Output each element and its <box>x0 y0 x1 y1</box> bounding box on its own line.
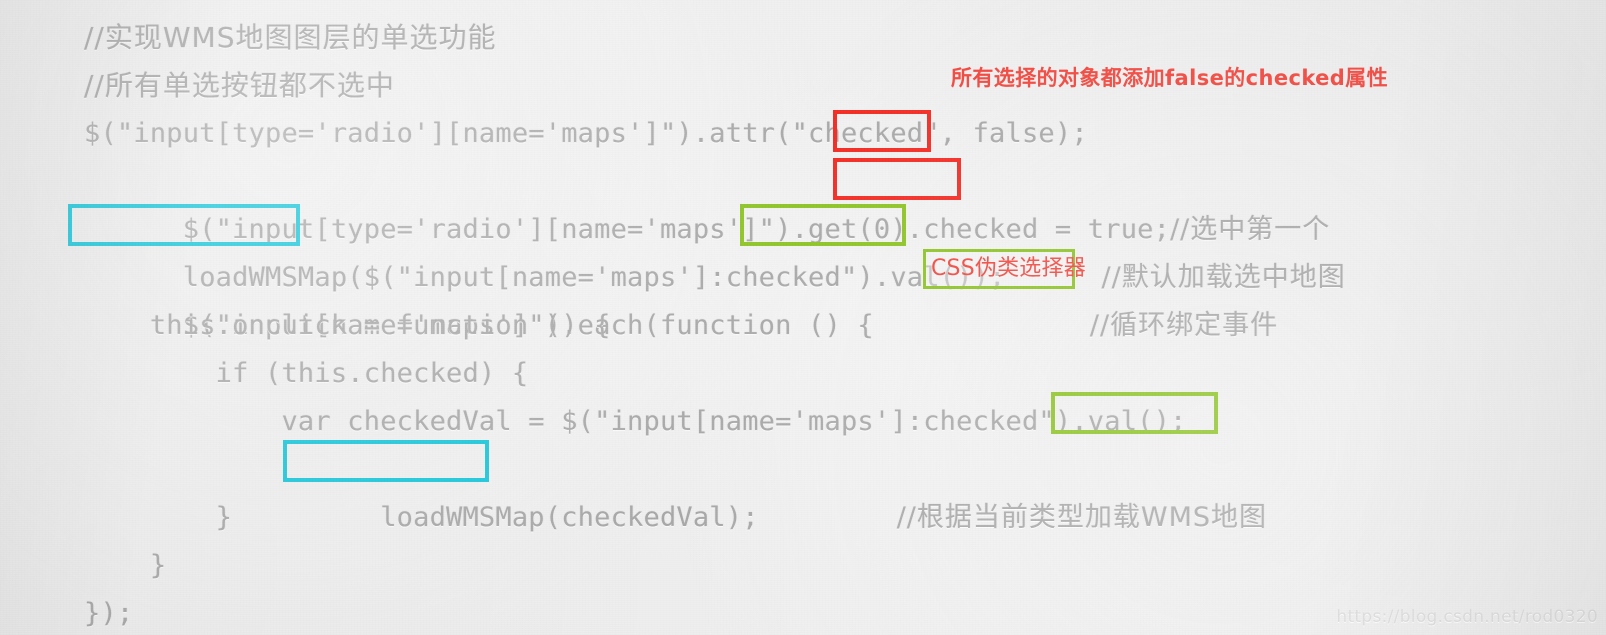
code-line-10: loadWMSMap(checkedVal);//根据当前类型加载WMS地图 <box>84 446 1554 533</box>
code-line-3: $("input[type='radio'][name='maps']").at… <box>84 118 1088 149</box>
scanned-code-page: //实现WMS地图图层的单选功能 //所有单选按钮都不选中 $("input[t… <box>0 0 1606 635</box>
code-line-7: this.onclick = function () { <box>84 310 611 341</box>
code-line-4: $("input[type='radio'][name='maps']").ge… <box>84 158 1554 245</box>
annotation-checked-attribute-note: 所有选择的对象都添加false的checked属性 <box>951 66 1389 90</box>
code-line-8: if (this.checked) { <box>84 358 529 389</box>
code-line-5: loadWMSMap($("input[name='maps']:checked… <box>84 206 1554 293</box>
code-line-1: //实现WMS地图图层的单选功能 <box>84 21 497 54</box>
annotation-css-pseudo-class-label: CSS伪类选择器 <box>931 256 1086 281</box>
watermark: https://blog.csdn.net/rod0320 <box>1336 607 1598 627</box>
code-line-13: }); <box>84 598 134 629</box>
code-line-9: var checkedVal = $("input[name='maps']:c… <box>84 406 1187 437</box>
code-line-12: } <box>84 550 167 581</box>
code-listing: //实现WMS地图图层的单选功能 //所有单选按钮都不选中 $("input[t… <box>84 14 1554 635</box>
code-line-6: $("input[name='maps']").each(function ()… <box>84 254 1554 341</box>
code-line-11: } <box>84 502 233 533</box>
